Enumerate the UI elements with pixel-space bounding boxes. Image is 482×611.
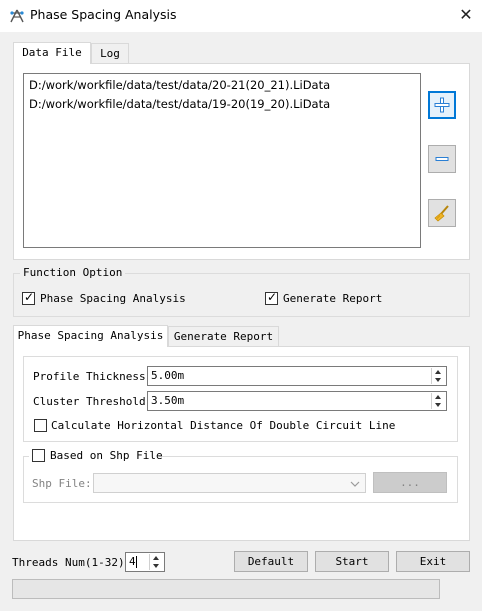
threads-stepper[interactable] bbox=[149, 554, 163, 570]
tab-data-file-label: Data File bbox=[22, 46, 82, 59]
arrow-up-icon[interactable] bbox=[435, 395, 441, 399]
profile-thickness-label: Profile Thickness: bbox=[33, 370, 153, 383]
tab-log-label: Log bbox=[100, 47, 120, 60]
list-item[interactable]: D:/work/workfile/data/test/data/19-20(19… bbox=[29, 97, 330, 111]
shp-file-title: Based on Shp File bbox=[50, 449, 163, 462]
threads-input[interactable]: 4 bbox=[125, 552, 165, 572]
shp-group-header: Based on Shp File bbox=[29, 448, 163, 462]
double-circuit-label: Calculate Horizontal Distance Of Double … bbox=[51, 419, 396, 432]
start-button[interactable]: Start bbox=[315, 551, 389, 572]
plus-icon bbox=[434, 97, 450, 113]
default-button[interactable]: Default bbox=[234, 551, 308, 572]
profile-thickness-input[interactable]: 5.00m bbox=[147, 366, 447, 386]
add-file-button[interactable] bbox=[428, 91, 456, 119]
arrow-down-icon[interactable] bbox=[153, 564, 159, 568]
list-item[interactable]: D:/work/workfile/data/test/data/20-21(20… bbox=[29, 78, 330, 92]
tab-generate-report[interactable]: Generate Report bbox=[168, 326, 279, 346]
browse-label: ... bbox=[400, 476, 420, 489]
tab-generate-report-label: Generate Report bbox=[173, 330, 274, 343]
chevron-down-icon bbox=[350, 481, 360, 487]
cluster-threshold-label: Cluster Threshold: bbox=[33, 395, 153, 408]
generate-report-checkbox[interactable] bbox=[265, 290, 278, 305]
minus-icon bbox=[435, 157, 449, 161]
text-cursor bbox=[136, 556, 137, 568]
profile-thickness-value: 5.00m bbox=[151, 369, 185, 382]
cluster-threshold-input[interactable]: 3.50m bbox=[147, 391, 447, 411]
tab-phase-spacing-label: Phase Spacing Analysis bbox=[17, 329, 164, 342]
tab-data-file[interactable]: Data File bbox=[13, 42, 91, 64]
phase-spacing-checkbox[interactable] bbox=[22, 290, 35, 305]
profile-thickness-stepper[interactable] bbox=[431, 368, 445, 384]
tab-phase-spacing[interactable]: Phase Spacing Analysis bbox=[13, 325, 168, 347]
function-option-title: Function Option bbox=[20, 266, 126, 279]
progress-bar bbox=[12, 579, 440, 599]
arrow-up-icon[interactable] bbox=[153, 556, 159, 560]
tab-log[interactable]: Log bbox=[91, 43, 129, 63]
shp-file-checkbox[interactable] bbox=[32, 449, 45, 462]
shp-file-select[interactable] bbox=[93, 473, 366, 493]
start-button-label: Start bbox=[335, 555, 369, 568]
broom-icon bbox=[434, 205, 449, 222]
phase-spacing-panel: Profile Thickness: 5.00m Cluster Thresho… bbox=[13, 346, 470, 541]
file-list[interactable]: D:/work/workfile/data/test/data/20-21(20… bbox=[23, 73, 421, 248]
threads-value: 4 bbox=[129, 555, 136, 568]
double-circuit-checkbox[interactable] bbox=[34, 419, 47, 432]
clear-list-button[interactable] bbox=[428, 199, 456, 227]
title-bar: Phase Spacing Analysis ✕ bbox=[0, 0, 482, 32]
arrow-down-icon[interactable] bbox=[435, 378, 441, 382]
cluster-threshold-value: 3.50m bbox=[151, 394, 185, 407]
threads-label: Threads Num(1-32): bbox=[12, 556, 132, 569]
arrow-down-icon[interactable] bbox=[435, 403, 441, 407]
phase-spacing-label: Phase Spacing Analysis bbox=[40, 292, 186, 305]
cluster-threshold-stepper[interactable] bbox=[431, 393, 445, 409]
close-icon: ✕ bbox=[459, 5, 473, 24]
exit-button-label: Exit bbox=[419, 555, 447, 568]
remove-file-button[interactable] bbox=[428, 145, 456, 173]
shp-browse-button[interactable]: ... bbox=[373, 472, 447, 493]
window-title: Phase Spacing Analysis bbox=[30, 7, 177, 22]
close-button[interactable]: ✕ bbox=[452, 0, 480, 30]
data-file-panel: D:/work/workfile/data/test/data/20-21(20… bbox=[13, 63, 470, 260]
generate-report-label: Generate Report bbox=[283, 292, 383, 305]
arrow-up-icon[interactable] bbox=[435, 370, 441, 374]
exit-button[interactable]: Exit bbox=[396, 551, 470, 572]
app-icon bbox=[8, 7, 26, 25]
shp-file-label: Shp File: bbox=[32, 477, 92, 490]
default-button-label: Default bbox=[247, 555, 295, 568]
